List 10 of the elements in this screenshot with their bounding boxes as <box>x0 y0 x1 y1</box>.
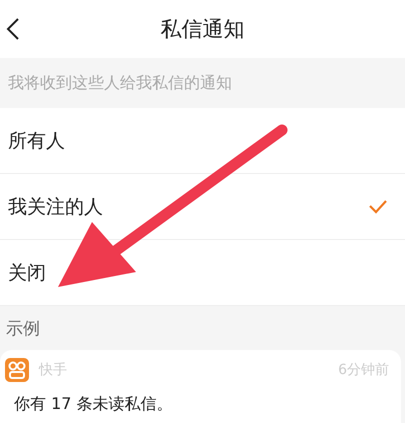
back-icon[interactable] <box>6 17 20 41</box>
option-label: 我关注的人 <box>8 194 103 220</box>
notification-message: 你有 17 条未读私信。 <box>13 394 174 415</box>
section-hint: 我将收到这些人给我私信的通知 <box>7 72 233 94</box>
app-icon <box>5 358 29 382</box>
option-label: 关闭 <box>8 260 46 286</box>
page-title: 私信通知 <box>160 16 244 43</box>
option-label: 所有人 <box>8 128 65 154</box>
section-heading: 示例 <box>5 318 41 340</box>
option-row[interactable]: 所有人 <box>0 108 405 174</box>
